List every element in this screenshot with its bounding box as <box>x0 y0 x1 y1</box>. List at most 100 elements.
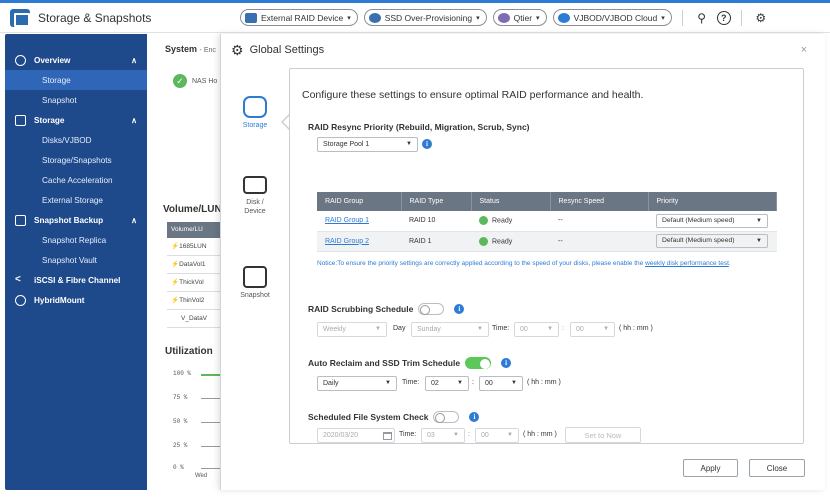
column-header: Resync Speed <box>550 192 649 211</box>
sidebar-item-snapshot-vault[interactable]: Snapshot Vault <box>5 250 147 270</box>
global-settings-modal: ⚙ Global Settings × Storage Disk / Devic… <box>220 34 825 490</box>
priority-select[interactable]: Default (Medium speed) ▼ <box>656 234 768 248</box>
scrubbing-toggle[interactable] <box>418 303 445 315</box>
sidebar-item-overview-storage[interactable]: Storage <box>5 70 147 90</box>
scrubbing-frequency-select[interactable]: Weekly ▼ <box>317 322 387 337</box>
tab-storage[interactable]: Storage <box>221 96 289 129</box>
chevron-down-icon: ▾ <box>476 14 480 22</box>
volume-name: V_DataV <box>181 315 208 322</box>
database-icon <box>15 114 26 126</box>
tab-label: Snapshot <box>240 292 270 299</box>
sidebar-item-label: Overview <box>34 55 71 65</box>
info-icon[interactable]: i <box>469 412 480 422</box>
tab-snapshot[interactable]: Snapshot <box>221 266 289 299</box>
raid-status: Ready <box>471 231 550 252</box>
disk-performance-test-link[interactable]: weekly disk performance test <box>645 260 729 267</box>
util-weekday: Wed <box>195 473 208 479</box>
close-button[interactable]: Close <box>749 459 805 477</box>
table-row[interactable]: ⚡DataVol1 <box>167 256 227 274</box>
tab-disk-device[interactable]: Disk / Device <box>221 176 289 216</box>
info-icon[interactable]: i <box>454 304 465 314</box>
sidebar-item-label: HybridMount <box>34 295 85 305</box>
vjbod-cloud-label: VJBOD/VJBOD Cloud <box>573 12 658 23</box>
info-icon[interactable]: i <box>422 139 432 149</box>
scrubbing-minute-value: 00 <box>576 326 584 333</box>
gridline <box>201 468 221 469</box>
sidebar-item-label: Snapshot Vault <box>42 255 97 265</box>
panel-intro: Configure these settings to ensure optim… <box>302 89 644 101</box>
raid-group-link[interactable]: RAID Group 2 <box>325 238 369 245</box>
sidebar-item-label: Snapshot <box>42 95 77 105</box>
ssd-over-provisioning-button[interactable]: SSD Over-Provisioning ▾ <box>363 9 487 26</box>
trim-toggle[interactable] <box>465 357 492 369</box>
sidebar-item-label: Snapshot Backup <box>34 215 104 225</box>
settings-gear-icon[interactable]: ⚙ <box>752 9 770 27</box>
close-icon[interactable]: × <box>801 44 807 56</box>
chevron-up-icon: ∧ <box>131 55 137 65</box>
chevron-down-icon: ▼ <box>375 326 381 332</box>
chevron-down-icon: ▾ <box>661 14 665 22</box>
sidebar-item-snapshot-backup[interactable]: Snapshot Backup ∧ <box>5 210 147 230</box>
fs-check-toggle[interactable] <box>433 411 460 423</box>
fs-check-hour-value: 03 <box>427 432 435 439</box>
sidebar-item-snapshot-replica[interactable]: Snapshot Replica <box>5 230 147 250</box>
external-raid-device-button[interactable]: External RAID Device ▾ <box>240 9 358 26</box>
sidebar-item-external-storage[interactable]: External Storage <box>5 190 147 210</box>
fs-check-minute-select[interactable]: 00 ▼ <box>475 428 519 443</box>
table-row[interactable]: ⚡ThinVol2 <box>167 292 227 310</box>
fs-check-hour-select[interactable]: 03 ▼ <box>421 428 465 443</box>
storage-pool-select[interactable]: Storage Pool 1 ▼ <box>317 137 418 152</box>
scrubbing-minute-select[interactable]: 00 ▼ <box>570 322 615 337</box>
trim-minute-select[interactable]: 00 ▼ <box>479 376 523 391</box>
volume-name: DataVol1 <box>179 261 206 268</box>
snapshot-icon <box>243 266 267 288</box>
raid-group-link[interactable]: RAID Group 1 <box>325 217 369 224</box>
column-header: Status <box>471 192 551 211</box>
time-separator: : <box>472 379 474 386</box>
vjbod-cloud-button[interactable]: VJBOD/VJBOD Cloud ▾ <box>552 9 672 26</box>
help-icon[interactable]: ? <box>716 10 731 25</box>
sidebar-item-storage-snapshots[interactable]: Storage/Snapshots <box>5 150 147 170</box>
chevron-up-icon: ∧ <box>131 115 137 125</box>
sidebar-item-disks-vjbod[interactable]: Disks/VJBOD <box>5 130 147 150</box>
trim-frequency-select[interactable]: Daily ▼ <box>317 376 397 391</box>
app-logo-icon <box>10 8 30 27</box>
external-raid-icon <box>245 12 257 23</box>
scrubbing-day-select[interactable]: Sunday ▼ <box>411 322 489 337</box>
sidebar-item-cache-acceleration[interactable]: Cache Acceleration <box>5 170 147 190</box>
trim-schedule-label: Auto Reclaim and SSD Trim Schedule i <box>308 357 512 369</box>
sidebar-item-label: iSCSI & Fibre Channel <box>34 275 121 285</box>
priority-cell: Default (Medium speed) ▼ <box>648 211 777 232</box>
system-title-text: System <box>165 44 198 54</box>
scrubbing-hour-select[interactable]: 00 ▼ <box>514 322 559 337</box>
raid-type: RAID 10 <box>401 211 471 232</box>
apply-button[interactable]: Apply <box>683 459 738 477</box>
util-axis-label: 75 % <box>173 394 188 401</box>
table-row: RAID Group 2 RAID 1 Ready -- Default (Me… <box>317 231 777 252</box>
trim-hour-select[interactable]: 02 ▼ <box>425 376 469 391</box>
priority-select[interactable]: Default (Medium speed) ▼ <box>656 213 768 228</box>
gear-icon: ⚙ <box>231 41 244 58</box>
sidebar-item-iscsi[interactable]: < iSCSI & Fibre Channel <box>5 270 147 290</box>
qtier-button[interactable]: Qtier ▾ <box>492 9 547 26</box>
qtier-label: Qtier <box>513 12 533 23</box>
volume-name: ThinVol2 <box>179 297 205 304</box>
clock-icon <box>15 54 26 66</box>
calendar-icon[interactable] <box>383 432 392 440</box>
sidebar-item-snapshot[interactable]: Snapshot <box>5 90 147 110</box>
sidebar-item-hybridmount[interactable]: HybridMount <box>5 290 147 310</box>
table-row[interactable]: ⚡ThickVol <box>167 274 227 292</box>
sidebar-item-storage[interactable]: Storage ∧ <box>5 110 147 130</box>
table-row[interactable]: ⚡1685LUN <box>167 238 227 256</box>
sidebar-item-overview[interactable]: Overview ∧ <box>5 50 147 70</box>
set-to-now-button[interactable]: Set to Now <box>565 427 641 443</box>
util-axis-label: 25 % <box>173 442 188 449</box>
info-icon[interactable]: i <box>501 358 512 368</box>
share-icon: < <box>15 273 21 285</box>
nas-status-text: NAS Ho <box>192 77 218 85</box>
table-row[interactable]: V_DataV <box>167 310 227 328</box>
trim-schedule-text: Auto Reclaim and SSD Trim Schedule <box>308 358 461 368</box>
volume-table: Volume/LU ⚡1685LUN ⚡DataVol1 ⚡ThickVol ⚡… <box>167 222 227 328</box>
search-sliders-icon[interactable]: ⚲ <box>693 9 711 27</box>
bolt-icon: ⚡ <box>171 279 180 286</box>
